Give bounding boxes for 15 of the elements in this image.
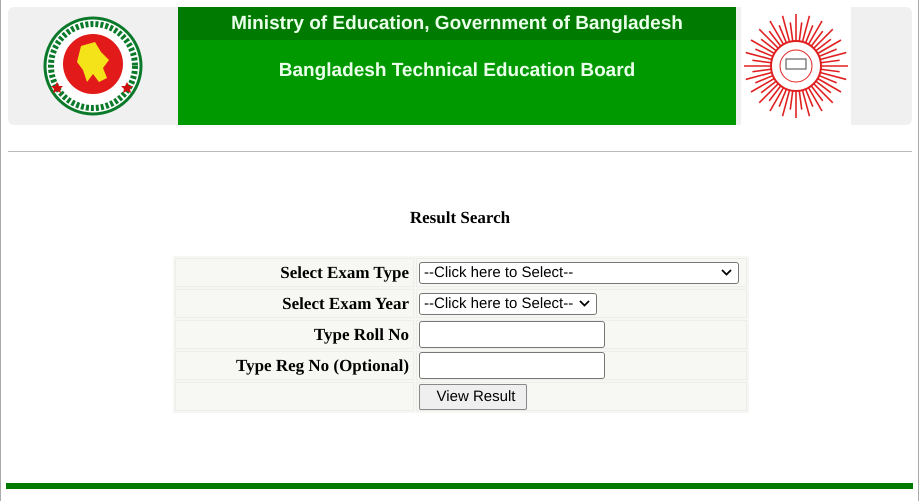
input-field[interactable] (419, 321, 605, 348)
dropdown[interactable]: --Click here to Select-- (419, 292, 598, 314)
view-result-button[interactable]: View Result (419, 384, 527, 410)
chevron-icon (721, 269, 732, 276)
emblem-icon (43, 16, 143, 116)
chevron-icon (579, 300, 590, 307)
field-label: Select Exam Year (282, 294, 409, 314)
input-field[interactable] (419, 352, 605, 379)
ministry-title: Ministry of Education, Government of Bangladesh (231, 12, 683, 34)
board-title: Bangladesh Technical Education Board (278, 60, 636, 82)
field-label: Type Roll No (314, 324, 409, 344)
dropdown[interactable]: --Click here to Select-- (419, 262, 739, 284)
field-label: Type Reg No (Optional) (236, 356, 409, 376)
field-label: Select Exam Type (280, 262, 409, 282)
page-heading: Result Search (408, 208, 512, 228)
